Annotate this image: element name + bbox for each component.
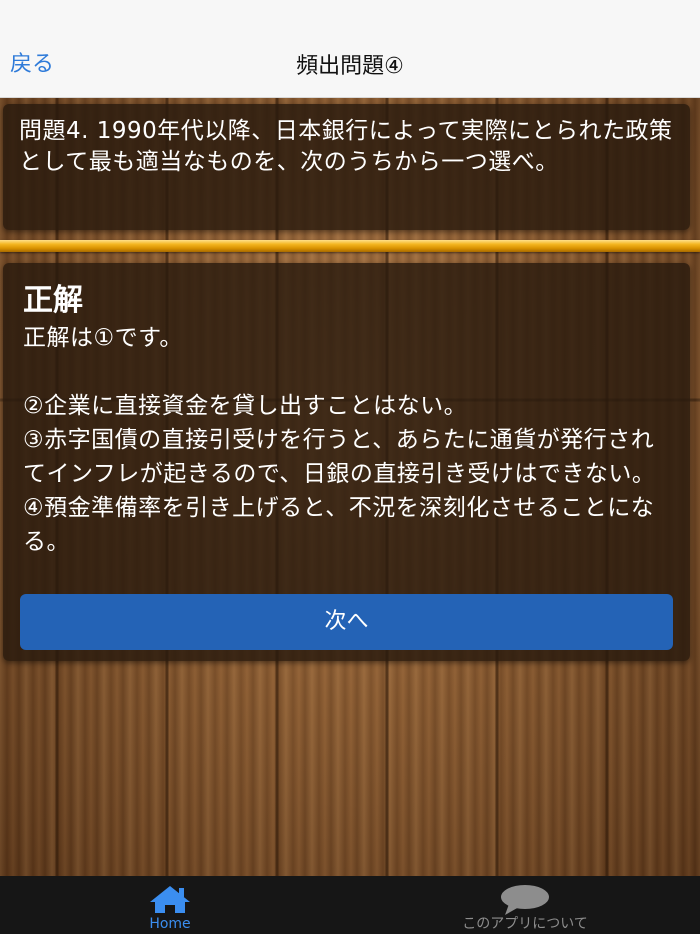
answer-explanation: 正解は①です。 ②企業に直接資金を貸し出すことはない。 ③赤字国債の直接引受けを… xyxy=(23,325,656,555)
gold-divider xyxy=(0,240,700,252)
speech-bubble-icon xyxy=(499,884,551,920)
tab-about-app[interactable]: このアプリについて xyxy=(410,876,640,934)
home-icon xyxy=(148,884,192,918)
navigation-bar: 戻る 頻出問題④ xyxy=(0,0,700,98)
page-title: 頻出問題④ xyxy=(296,54,404,79)
answer-heading: 正解 xyxy=(23,283,83,318)
question-panel: 問題4. 1990年代以降、日本銀行によって実際にとられた政策として最も適当なも… xyxy=(3,104,690,230)
next-button[interactable]: 次へ xyxy=(20,594,673,650)
tab-about-label: このアプリについて xyxy=(462,916,588,932)
tab-bar: Home このアプリについて xyxy=(0,876,700,934)
tab-home[interactable]: Home xyxy=(120,876,220,934)
question-text: 問題4. 1990年代以降、日本銀行によって実際にとられた政策として最も適当なも… xyxy=(19,118,673,175)
tab-home-label: Home xyxy=(149,916,191,932)
